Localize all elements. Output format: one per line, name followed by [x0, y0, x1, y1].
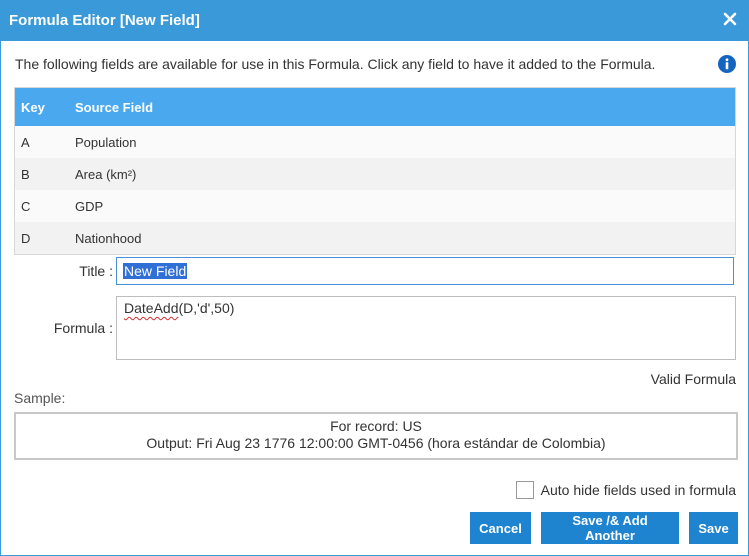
- validation-status: Valid Formula: [650, 371, 736, 387]
- formula-function: DateAdd: [124, 300, 179, 316]
- title-value: New Field: [123, 263, 188, 279]
- table-row[interactable]: D Nationhood: [14, 222, 736, 255]
- field-key[interactable]: A: [14, 126, 69, 158]
- title-input[interactable]: New Field: [116, 257, 734, 285]
- auto-hide-checkbox[interactable]: [515, 481, 534, 499]
- close-icon[interactable]: [720, 9, 740, 29]
- formula-input[interactable]: DateAdd(D,'d',50): [116, 296, 736, 360]
- intro-text: The following fields are available for u…: [15, 56, 656, 72]
- field-source[interactable]: Nationhood: [69, 222, 736, 255]
- formula-arguments: (D,'d',50): [178, 300, 235, 316]
- formula-label: Formula :: [53, 320, 113, 336]
- sample-output-box: For record: US Output: Fri Aug 23 1776 1…: [14, 412, 738, 460]
- dialog-titlebar: Formula Editor [New Field]: [1, 1, 748, 41]
- table-row[interactable]: B Area (km²): [14, 158, 736, 190]
- save-add-another-button[interactable]: Save /& Add Another: [541, 512, 679, 544]
- field-source[interactable]: Area (km²): [69, 158, 736, 190]
- cancel-button[interactable]: Cancel: [470, 512, 531, 544]
- key-column-header: Key: [14, 87, 69, 126]
- table-row[interactable]: A Population: [14, 126, 736, 158]
- field-source[interactable]: GDP: [69, 190, 736, 222]
- field-key[interactable]: B: [14, 158, 69, 190]
- field-key[interactable]: D: [14, 222, 69, 255]
- sample-record: For record: US: [330, 418, 422, 434]
- formula-editor-dialog: Formula Editor [New Field] The following…: [0, 0, 749, 556]
- dialog-title: Formula Editor [New Field]: [9, 12, 200, 29]
- source-fields-table: Key Source Field A Population B Area (km…: [14, 87, 736, 255]
- auto-hide-option[interactable]: Auto hide fields used in formula: [515, 480, 736, 500]
- info-icon[interactable]: [718, 55, 736, 73]
- auto-hide-label: Auto hide fields used in formula: [540, 482, 736, 498]
- field-key[interactable]: C: [14, 190, 69, 222]
- sample-label: Sample:: [14, 390, 66, 406]
- table-header-row: Key Source Field: [14, 87, 736, 126]
- table-row[interactable]: C GDP: [14, 190, 736, 222]
- sample-output: Output: Fri Aug 23 1776 12:00:00 GMT-045…: [146, 435, 606, 451]
- source-field-column-header: Source Field: [69, 87, 736, 126]
- save-button[interactable]: Save: [689, 512, 738, 544]
- field-source[interactable]: Population: [69, 126, 736, 158]
- title-label: Title :: [79, 263, 113, 279]
